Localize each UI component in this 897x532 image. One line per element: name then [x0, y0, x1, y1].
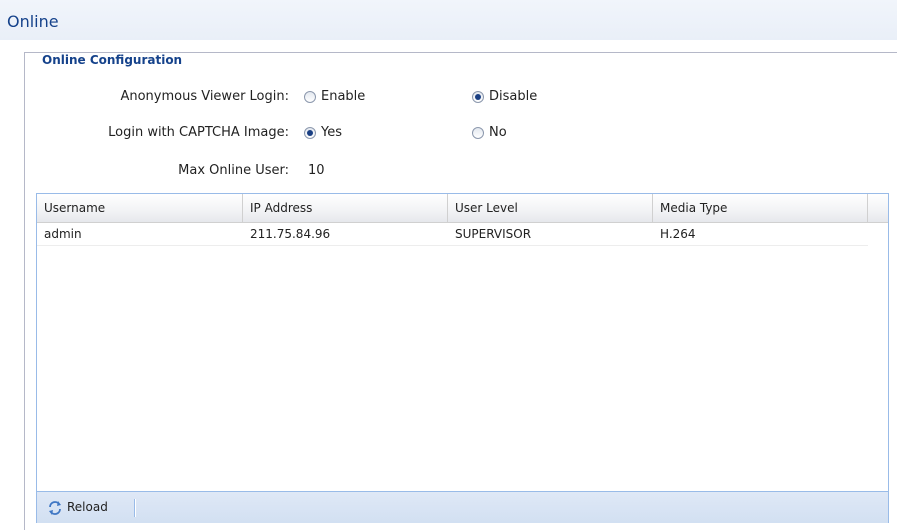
column-header-user-level[interactable]: User Level — [448, 194, 653, 222]
captcha-login-label: Login with CAPTCHA Image: — [108, 125, 289, 140]
cell-user-level: SUPERVISOR — [455, 227, 532, 241]
anonymous-login-label: Anonymous Viewer Login: — [120, 89, 289, 104]
cell-media-type: H.264 — [660, 227, 696, 241]
captcha-yes-radio[interactable] — [304, 127, 316, 139]
max-online-user-label: Max Online User: — [178, 163, 289, 178]
captcha-no-label[interactable]: No — [489, 124, 507, 142]
refresh-icon — [49, 500, 61, 515]
captcha-no-radio[interactable] — [472, 127, 484, 139]
online-page: Online Online Configuration Anonymous Vi… — [0, 0, 897, 532]
captcha-yes-label[interactable]: Yes — [321, 124, 342, 142]
toolbar-separator — [134, 499, 136, 517]
table-row[interactable]: admin 211.75.84.96 SUPERVISOR H.264 — [37, 223, 868, 246]
column-header-username[interactable]: Username — [37, 194, 243, 222]
online-users-grid: Username IP Address User Level Media Typ… — [36, 193, 889, 523]
reload-label: Reload — [67, 500, 108, 514]
column-header-ip-address[interactable]: IP Address — [243, 194, 448, 222]
anonymous-disable-radio[interactable] — [472, 91, 484, 103]
anonymous-enable-label[interactable]: Enable — [321, 88, 365, 106]
fieldset-legend: Online Configuration — [37, 53, 188, 67]
reload-button[interactable]: Reload — [43, 496, 112, 518]
anonymous-enable-radio[interactable] — [304, 91, 316, 103]
max-online-user-value: 10 — [308, 163, 325, 178]
anonymous-disable-label[interactable]: Disable — [489, 88, 537, 106]
cell-ip-address: 211.75.84.96 — [250, 227, 331, 241]
column-header-media-type[interactable]: Media Type — [653, 194, 868, 222]
grid-header: Username IP Address User Level Media Typ… — [37, 194, 888, 223]
page-header: Online — [0, 0, 897, 40]
grid-toolbar: Reload — [37, 491, 888, 523]
page-title: Online — [7, 12, 59, 31]
cell-username: admin — [44, 227, 82, 241]
